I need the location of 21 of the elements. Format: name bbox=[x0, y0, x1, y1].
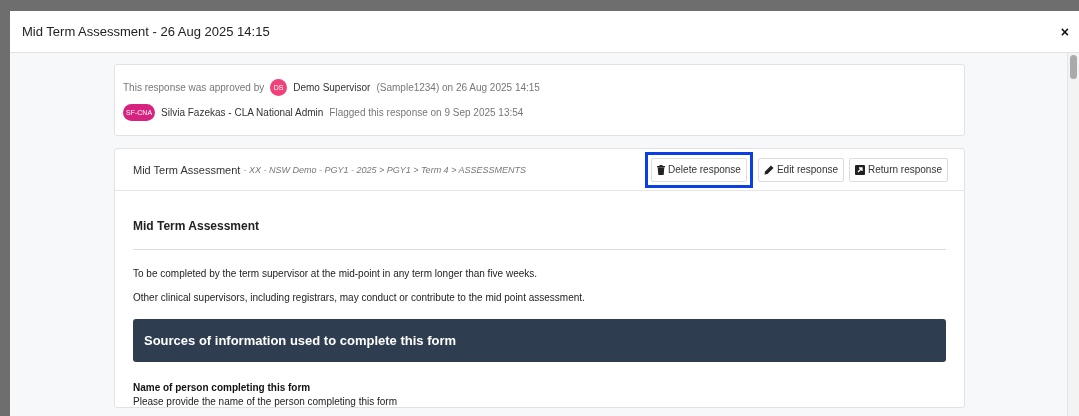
edit-response-button[interactable]: Edit response bbox=[757, 157, 845, 182]
user-name: Demo Supervisor bbox=[293, 82, 371, 93]
delete-response-button[interactable]: Delete response bbox=[651, 157, 747, 182]
question-label: Name of person completing this form bbox=[133, 382, 312, 393]
square-arrow-icon bbox=[855, 164, 866, 175]
approval-text: Flagged this response on 9 Sep 2025 13:54 bbox=[329, 107, 524, 118]
user-name: Silvia Fazekas - CLA National Admin bbox=[161, 107, 324, 118]
form-heading: Mid Term Assessment bbox=[133, 211, 946, 250]
approval-text: (Sample1234) on 26 Aug 2025 14:15 bbox=[376, 82, 540, 93]
close-button[interactable]: × bbox=[1060, 23, 1069, 40]
approval-text: This response was approved by bbox=[123, 82, 265, 93]
trash-icon bbox=[657, 164, 666, 175]
return-response-button[interactable]: Return response bbox=[849, 157, 948, 182]
breadcrumb-path: - XX - NSW Demo - PGY1 - 2025 > PGY1 > Term 4 > ASSESSMENTS bbox=[243, 164, 527, 175]
pencil-icon bbox=[763, 164, 774, 175]
question-hint: Please provide the name of the person completing this form bbox=[133, 396, 399, 407]
response-title: Mid Term Assessment bbox=[133, 163, 241, 176]
section-banner: Sources of information used to complete this form bbox=[133, 319, 946, 362]
instruction-text: To be completed by the term supervisor at the mid-point in any term longer than five weeks. bbox=[133, 268, 539, 279]
instruction-text: Other clinical supervisors, including registrars, may conduct or contribute to the mid point assessment. bbox=[133, 292, 586, 303]
dialog-title: Mid Term Assessment - 26 Aug 2025 14:15 bbox=[22, 24, 270, 39]
